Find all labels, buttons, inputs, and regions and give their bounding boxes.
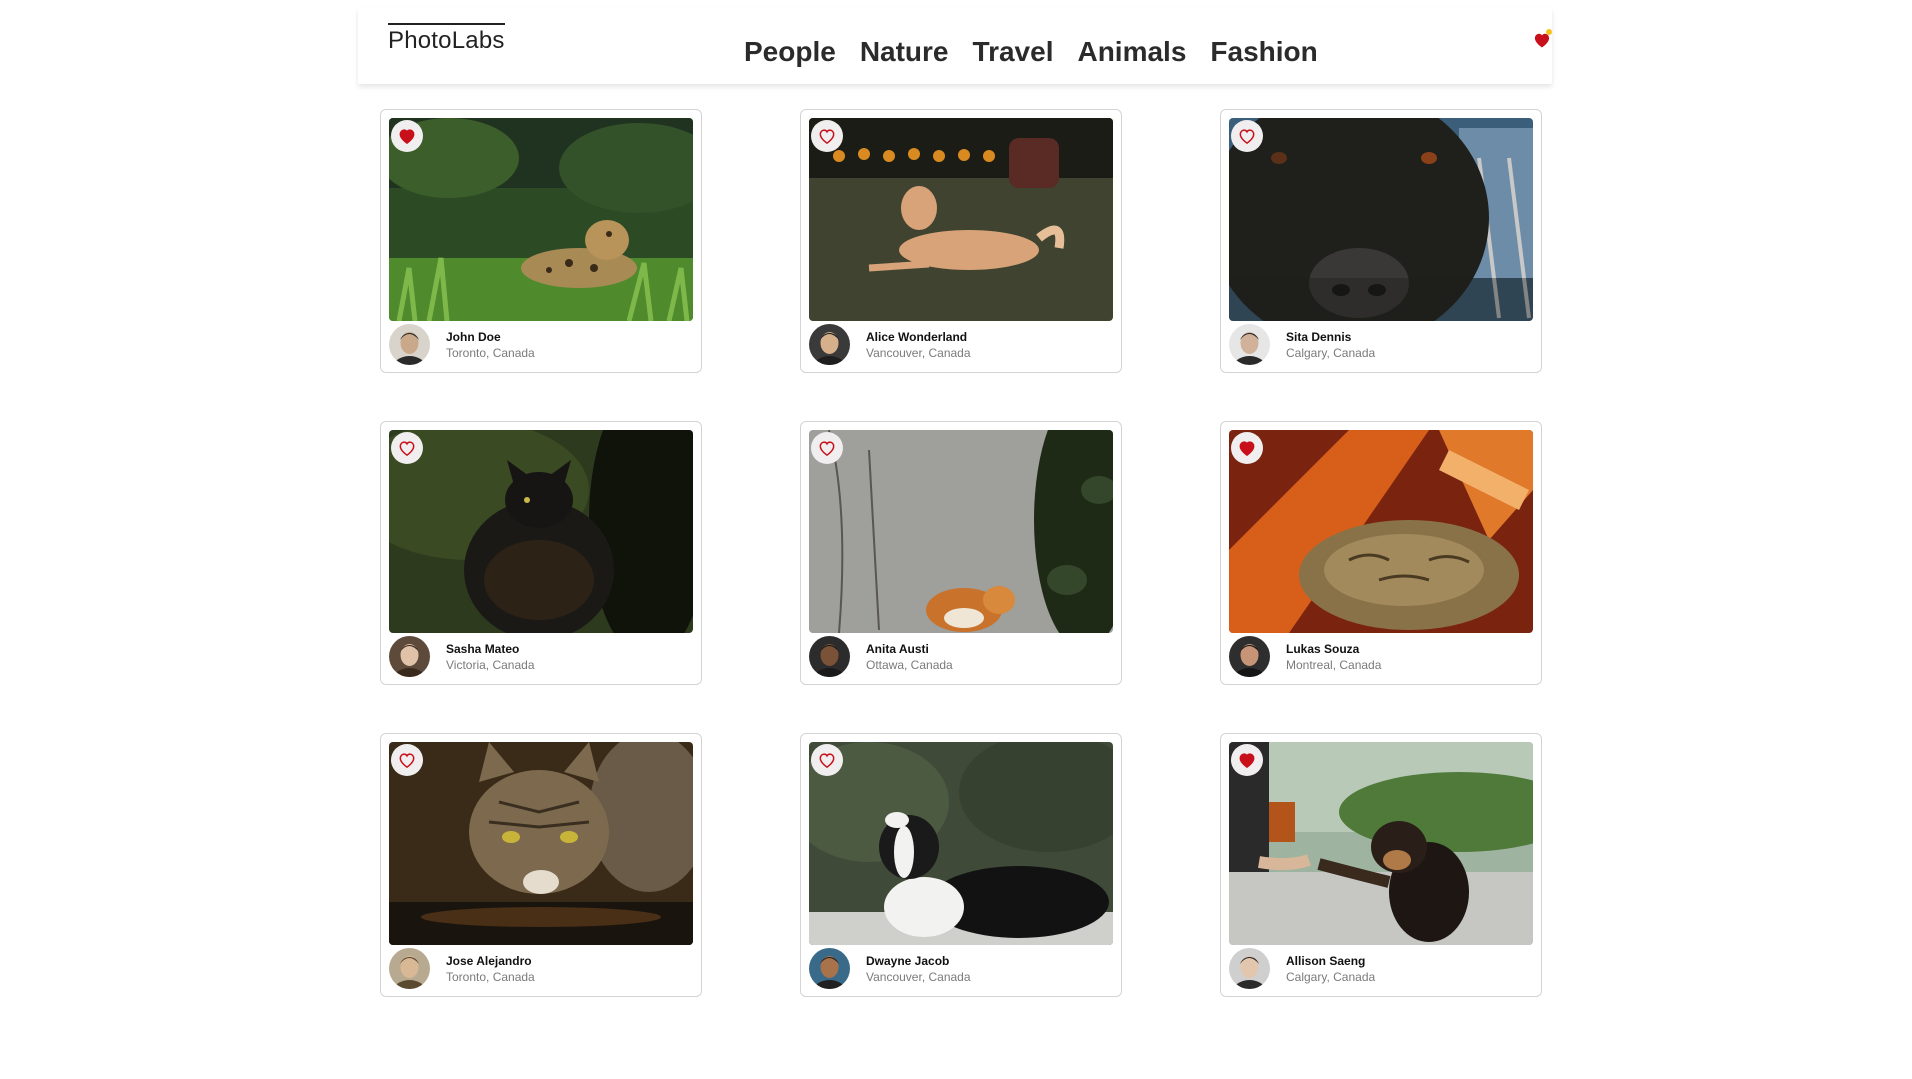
heart-icon — [1239, 129, 1255, 144]
photographer-info: John Doe Toronto, Canada — [446, 330, 535, 361]
photo-image[interactable] — [1229, 430, 1533, 633]
avatar — [389, 324, 430, 365]
photographer-info: Lukas Souza Montreal, Canada — [1286, 642, 1381, 673]
avatar — [389, 948, 430, 989]
like-button[interactable] — [1231, 744, 1263, 776]
photographer-location: Victoria, Canada — [446, 658, 535, 672]
avatar — [1229, 324, 1270, 365]
avatar — [389, 636, 430, 677]
heart-icon — [819, 129, 835, 144]
photo-card[interactable]: Sita Dennis Calgary, Canada — [1220, 109, 1542, 373]
heart-icon — [399, 129, 415, 144]
heart-icon — [819, 753, 835, 768]
photo-image[interactable] — [389, 742, 693, 945]
like-button[interactable] — [1231, 120, 1263, 152]
photo-image[interactable] — [809, 118, 1113, 321]
like-button[interactable] — [391, 120, 423, 152]
heart-icon — [399, 441, 415, 456]
photo-card[interactable]: John Doe Toronto, Canada — [380, 109, 702, 373]
photographer-name: Anita Austi — [866, 642, 929, 656]
avatar — [809, 636, 850, 677]
avatar — [809, 324, 850, 365]
photo-image[interactable] — [809, 430, 1113, 633]
like-button[interactable] — [391, 744, 423, 776]
photo-card[interactable]: Allison Saeng Calgary, Canada — [1220, 733, 1542, 997]
photographer-location: Vancouver, Canada — [866, 346, 971, 360]
favourites-badge[interactable] — [1532, 29, 1552, 50]
like-button[interactable] — [811, 744, 843, 776]
notification-dot — [1546, 29, 1552, 35]
photographer-info: Sasha Mateo Victoria, Canada — [446, 642, 535, 673]
avatar — [1229, 636, 1270, 677]
photo-card[interactable]: Sasha Mateo Victoria, Canada — [380, 421, 702, 685]
brand-logo[interactable]: PhotoLabs — [388, 23, 505, 55]
photographer-info: Jose Alejandro Toronto, Canada — [446, 954, 535, 985]
photo-image[interactable] — [1229, 118, 1533, 321]
photographer-name: Alice Wonderland — [866, 330, 968, 344]
photo-card[interactable]: Alice Wonderland Vancouver, Canada — [800, 109, 1122, 373]
photographer-location: Calgary, Canada — [1286, 970, 1376, 984]
heart-icon — [1239, 753, 1255, 768]
avatar — [809, 948, 850, 989]
photographer-name: Sita Dennis — [1286, 330, 1352, 344]
topic-fashion[interactable]: Fashion — [1210, 36, 1317, 68]
photo-image[interactable] — [1229, 742, 1533, 945]
photographer-info: Alice Wonderland Vancouver, Canada — [866, 330, 971, 361]
like-button[interactable] — [811, 432, 843, 464]
photographer-name: Allison Saeng — [1286, 954, 1366, 968]
photo-card[interactable]: Anita Austi Ottawa, Canada — [800, 421, 1122, 685]
topic-nature[interactable]: Nature — [860, 36, 949, 68]
topic-list: People Nature Travel Animals Fashion — [744, 36, 1318, 68]
avatar — [1229, 948, 1270, 989]
photographer-name: Lukas Souza — [1286, 642, 1360, 656]
heart-icon — [819, 441, 835, 456]
heart-icon — [1239, 441, 1255, 456]
photographer-name: Sasha Mateo — [446, 642, 520, 656]
photo-card[interactable]: Dwayne Jacob Vancouver, Canada — [800, 733, 1122, 997]
photographer-name: John Doe — [446, 330, 501, 344]
like-button[interactable] — [1231, 432, 1263, 464]
photo-image[interactable] — [389, 430, 693, 633]
photo-image[interactable] — [809, 742, 1113, 945]
photographer-location: Montreal, Canada — [1286, 658, 1382, 672]
photographer-info: Dwayne Jacob Vancouver, Canada — [866, 954, 971, 985]
photographer-location: Calgary, Canada — [1286, 346, 1376, 360]
photographer-info: Anita Austi Ottawa, Canada — [866, 642, 953, 673]
photographer-name: Jose Alejandro — [446, 954, 532, 968]
photographer-location: Toronto, Canada — [446, 970, 535, 984]
topic-travel[interactable]: Travel — [973, 36, 1054, 68]
photographer-info: Sita Dennis Calgary, Canada — [1286, 330, 1375, 361]
photo-list: John Doe Toronto, Canada Alice Wonderlan… — [380, 109, 1542, 997]
photographer-name: Dwayne Jacob — [866, 954, 950, 968]
like-button[interactable] — [391, 432, 423, 464]
photographer-location: Vancouver, Canada — [866, 970, 971, 984]
heart-icon — [399, 753, 415, 768]
photographer-location: Ottawa, Canada — [866, 658, 953, 672]
photo-image[interactable] — [389, 118, 693, 321]
topic-people[interactable]: People — [744, 36, 836, 68]
photo-card[interactable]: Lukas Souza Montreal, Canada — [1220, 421, 1542, 685]
like-button[interactable] — [811, 120, 843, 152]
photo-card[interactable]: Jose Alejandro Toronto, Canada — [380, 733, 702, 997]
photographer-location: Toronto, Canada — [446, 346, 535, 360]
photographer-info: Allison Saeng Calgary, Canada — [1286, 954, 1375, 985]
top-nav-bar: PhotoLabs People Nature Travel Animals F… — [358, 8, 1552, 84]
topic-animals[interactable]: Animals — [1077, 36, 1186, 68]
